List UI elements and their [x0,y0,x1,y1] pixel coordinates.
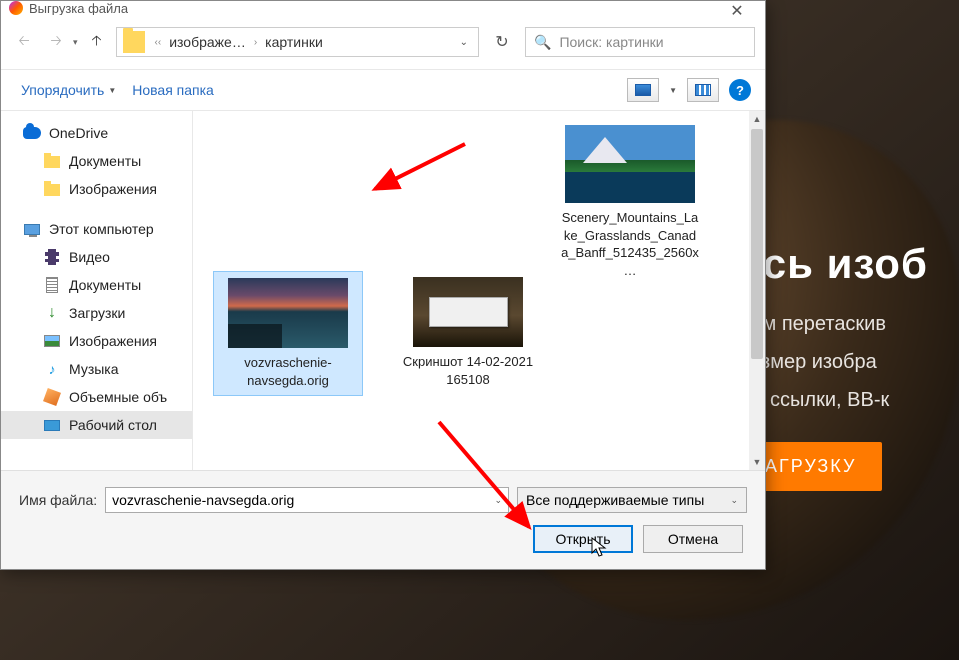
thumbnail-image [228,278,348,348]
breadcrumb-dropdown[interactable]: ⌄ [452,37,476,48]
search-placeholder: Поиск: картинки [559,34,663,50]
file-item-vozvraschenie[interactable]: vozvraschenie-navsegda.orig [213,271,363,396]
chevron-down-icon[interactable]: ▼ [669,86,677,95]
cloud-icon [23,127,41,139]
up-button[interactable]: 🡡 [84,29,110,55]
cursor-icon [591,537,609,559]
cube-icon [43,388,61,406]
file-label: Scenery_Mountains_Lake_Grasslands_Canada… [561,209,699,279]
hero-title: есь изоб [739,240,959,288]
crumb-segment[interactable]: картинки [263,34,325,50]
breadcrumb[interactable]: ‹‹ изображе… › картинки ⌄ [116,27,479,57]
filetype-select[interactable]: Все поддерживаемые типы ⌄ [517,487,747,513]
chevron-right-icon: › [248,37,263,48]
sidebar-item-documents[interactable]: Документы [1,271,192,299]
film-icon [45,249,59,265]
chevron-down-icon: ⌄ [730,495,738,506]
folder-icon [44,184,60,196]
file-item-screenshot[interactable]: Скриншот 14-02-2021 165108 [393,271,543,396]
dialog-footer: Имя файла: vozvraschenie-navsegda.orig ⌄… [1,470,765,569]
search-input[interactable]: 🔍 Поиск: картинки [525,27,755,57]
file-list[interactable]: Scenery_Mountains_Lake_Grasslands_Canada… [193,111,765,470]
hero-line: размер изобра [739,346,959,378]
sidebar-item-images[interactable]: Изображения [1,175,192,203]
sidebar-item-desktop[interactable]: Рабочий стол [1,411,192,439]
forward-button[interactable]: 🡢 [43,29,69,55]
folder-icon [123,31,145,53]
nav-bar: 🡠 🡢 ▾ 🡡 ‹‹ изображе… › картинки ⌄ ↻ 🔍 По… [1,15,765,70]
file-item-scenery[interactable]: Scenery_Mountains_Lake_Grasslands_Canada… [555,119,705,285]
music-icon: ♪ [43,360,61,378]
sidebar-item-images[interactable]: Изображения [1,327,192,355]
sidebar-item-downloads[interactable]: ↓ Загрузки [1,299,192,327]
preview-pane-icon [695,84,711,96]
search-icon: 🔍 [534,34,551,51]
hero-line: тым перетаскив [739,308,959,340]
sidebar-item-onedrive[interactable]: OneDrive [1,119,192,147]
organize-menu[interactable]: Упорядочить ▼ [15,78,122,102]
thumbnails-icon [635,84,651,96]
desktop-icon [44,420,60,431]
chevron-left-icon: ‹‹ [149,37,168,48]
file-open-dialog: Выгрузка файла ✕ 🡠 🡢 ▾ 🡡 ‹‹ изображе… › … [0,0,766,570]
thumbnail-image [565,125,695,203]
window-title: Выгрузка файла [29,1,128,15]
firefox-icon [9,1,23,15]
download-icon: ↓ [43,304,61,322]
image-icon [44,335,60,347]
background-hero: есь изоб тым перетаскив размер изобра ые… [739,240,959,491]
titlebar: Выгрузка файла ✕ [1,1,765,15]
help-button[interactable]: ? [729,79,751,101]
chevron-down-icon: ▼ [108,86,116,95]
thumbnail-image [413,277,523,347]
toolbar: Упорядочить ▼ Новая папка ▼ ? [1,70,765,111]
view-thumbnails-button[interactable] [627,78,659,102]
sidebar-item-documents[interactable]: Документы [1,147,192,175]
file-label: vozvraschenie-navsegda.orig [220,354,356,389]
filename-label: Имя файла: [19,492,97,508]
sidebar-item-music[interactable]: ♪ Музыка [1,355,192,383]
open-button[interactable]: Открыть [533,525,633,553]
scroll-down-button[interactable]: ▼ [749,454,765,470]
hero-line: ые ссылки, BB-к [739,384,959,416]
folder-icon [44,156,60,168]
view-preview-button[interactable] [687,78,719,102]
file-label: Скриншот 14-02-2021 165108 [399,353,537,388]
new-folder-button[interactable]: Новая папка [126,78,220,102]
back-button[interactable]: 🡠 [11,29,37,55]
scrollbar[interactable]: ▲ ▼ [749,111,765,470]
document-icon [46,277,58,293]
crumb-segment[interactable]: изображе… [167,34,248,50]
refresh-button[interactable]: ↻ [485,27,519,57]
chevron-down-icon[interactable]: ⌄ [494,495,502,506]
computer-icon [24,224,40,235]
sidebar-item-3dobjects[interactable]: Объемные объ [1,383,192,411]
filename-input[interactable]: vozvraschenie-navsegda.orig ⌄ [105,487,509,513]
history-dropdown[interactable]: ▾ [73,37,78,48]
scroll-up-button[interactable]: ▲ [749,111,765,127]
sidebar-item-video[interactable]: Видео [1,243,192,271]
scrollbar-thumb[interactable] [751,129,763,359]
sidebar-item-thispc[interactable]: Этот компьютер [1,215,192,243]
cancel-button[interactable]: Отмена [643,525,743,553]
sidebar: OneDrive Документы Изображения Этот комп… [1,111,193,470]
